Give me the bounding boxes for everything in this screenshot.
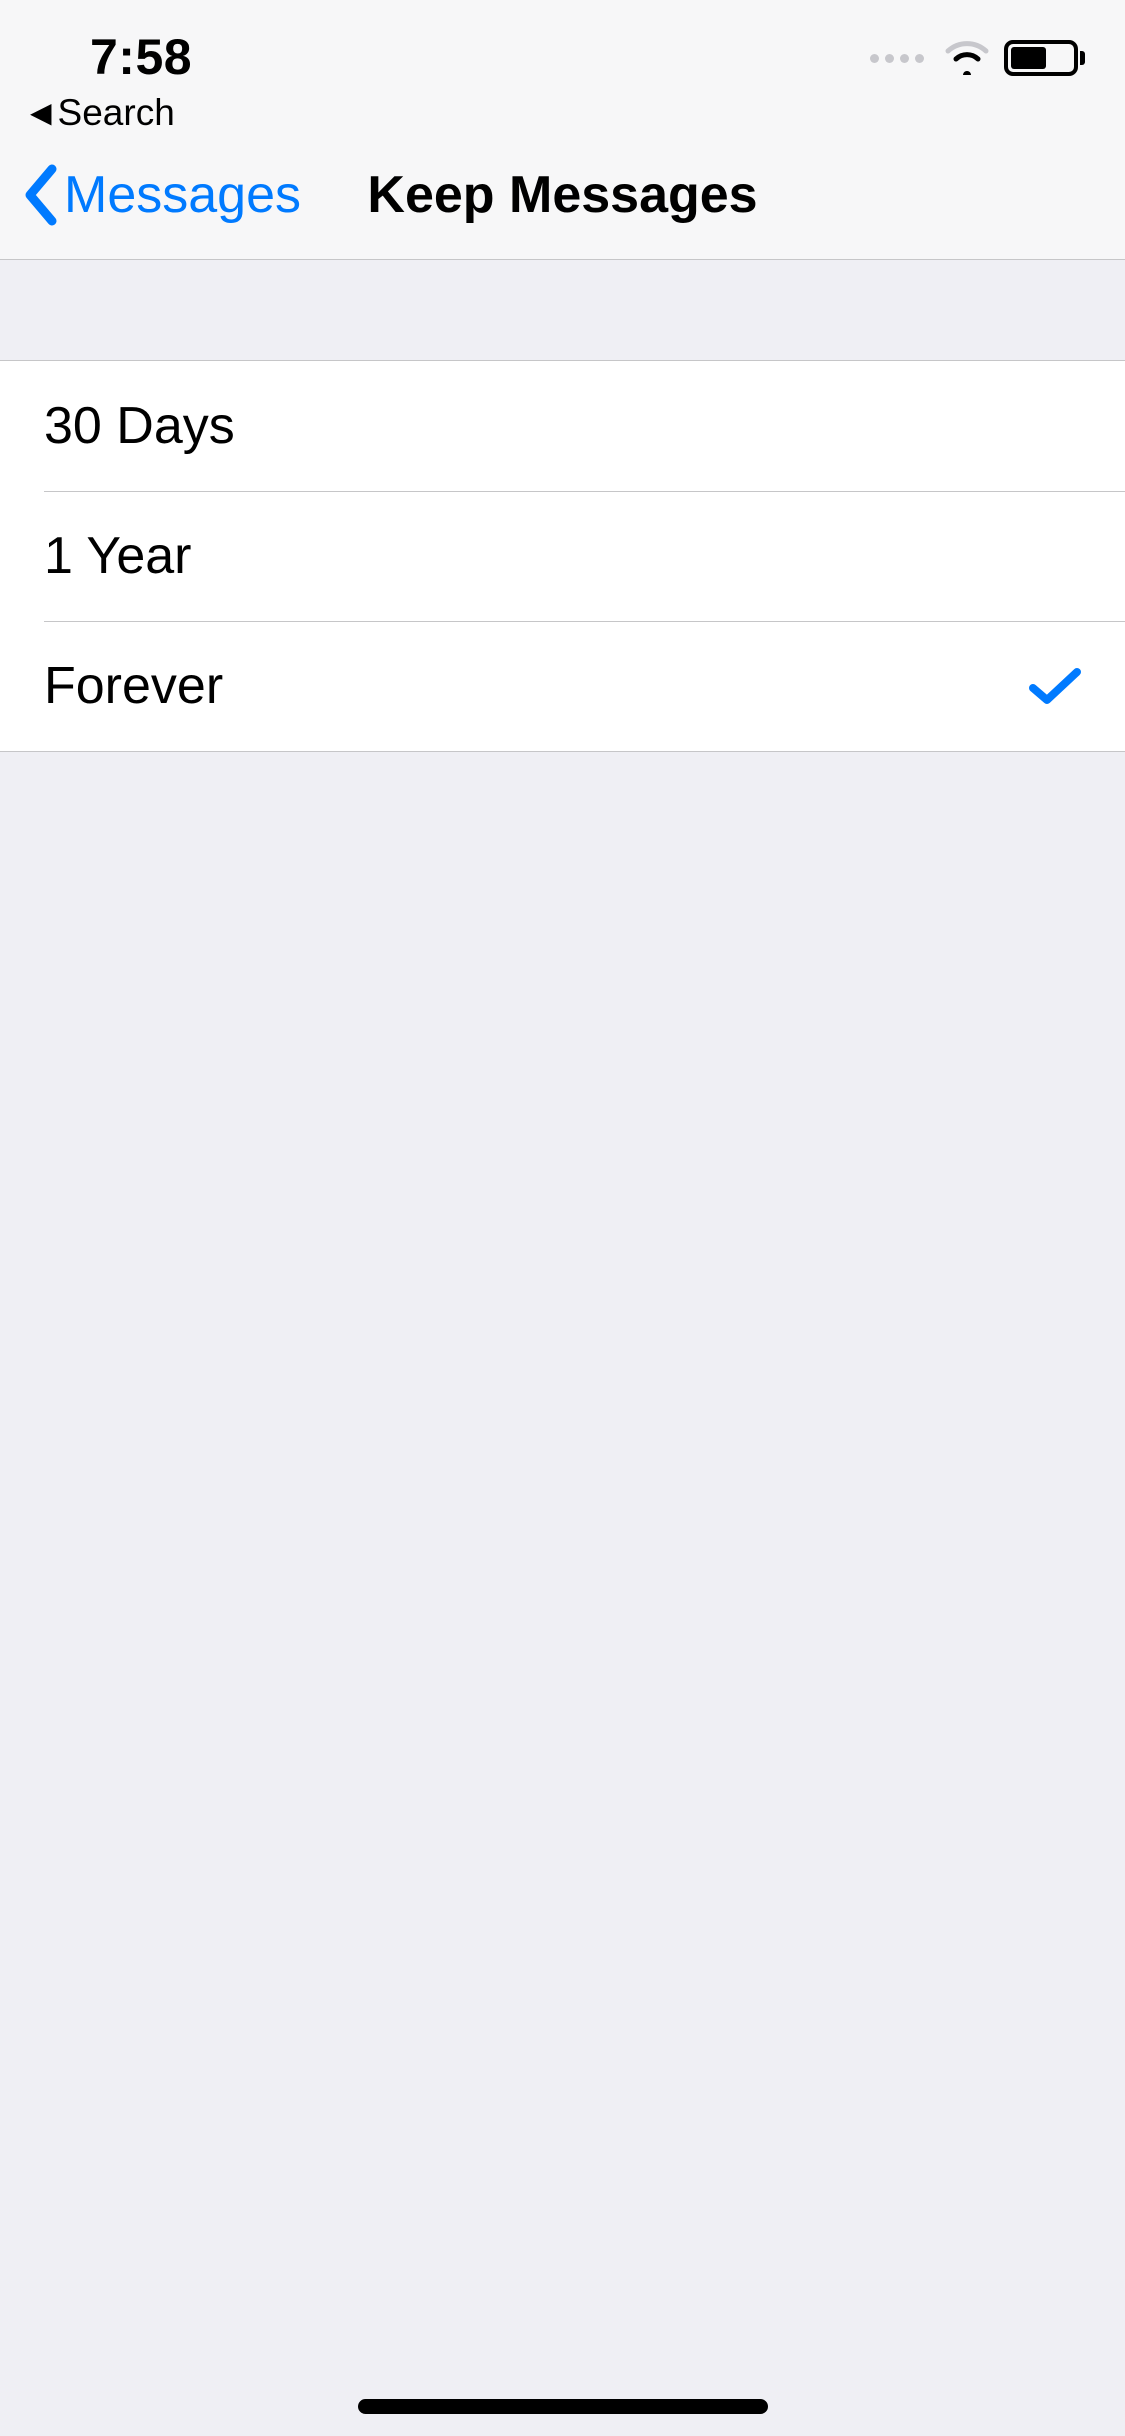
option-30-days[interactable]: 30 Days bbox=[0, 361, 1125, 491]
wifi-icon bbox=[944, 41, 990, 75]
status-bar: 7:58 ◀ Search bbox=[0, 0, 1125, 130]
back-button[interactable]: Messages bbox=[22, 163, 301, 227]
caret-left-icon: ◀ bbox=[30, 99, 52, 127]
option-forever[interactable]: Forever bbox=[0, 621, 1125, 751]
checkmark-icon bbox=[1029, 666, 1081, 706]
home-indicator[interactable] bbox=[358, 2399, 768, 2414]
option-label: Forever bbox=[44, 656, 223, 716]
section-gap bbox=[0, 260, 1125, 360]
breadcrumb-label: Search bbox=[58, 92, 175, 134]
chevron-left-icon bbox=[22, 163, 60, 227]
status-right bbox=[870, 40, 1085, 76]
navigation-bar: Messages Keep Messages bbox=[0, 130, 1125, 260]
battery-icon bbox=[1004, 40, 1085, 76]
options-list: 30 Days 1 Year Forever bbox=[0, 360, 1125, 752]
back-to-app-breadcrumb[interactable]: ◀ Search bbox=[30, 92, 175, 134]
option-label: 1 Year bbox=[44, 526, 192, 586]
cellular-dots-icon bbox=[870, 54, 924, 63]
back-button-label: Messages bbox=[64, 165, 301, 225]
option-1-year[interactable]: 1 Year bbox=[0, 491, 1125, 621]
status-time: 7:58 bbox=[90, 28, 192, 86]
page-title: Keep Messages bbox=[367, 165, 757, 225]
option-label: 30 Days bbox=[44, 396, 235, 456]
